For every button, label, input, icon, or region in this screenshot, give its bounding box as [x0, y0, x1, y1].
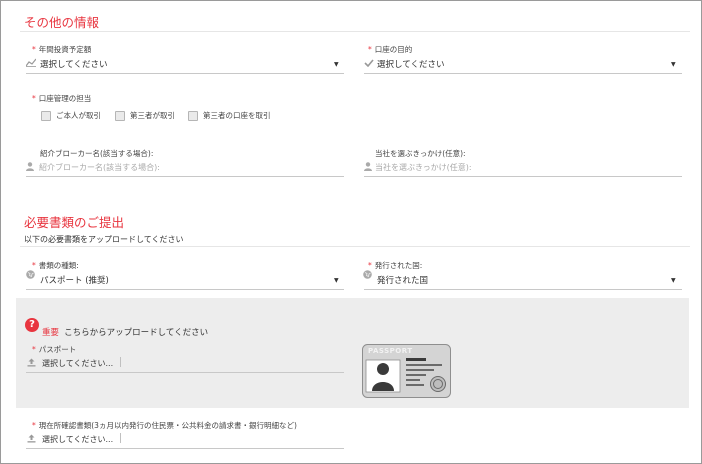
annual-investment-underline: [26, 73, 344, 74]
annual-investment-select[interactable]: 選択してください: [40, 58, 108, 70]
input-cursor: [120, 433, 121, 443]
important-notice: 重要 こちらからアップロードしてください: [42, 320, 208, 339]
doc-type-label: * 書類の種類:: [32, 261, 79, 270]
account-manager-label: * 口座管理の担当: [32, 94, 92, 103]
checkbox-self-label: ご本人が取引: [56, 111, 101, 120]
address-upload-label: * 現在所確認書類(3ヵ月以内発行の住民票・公共料金の請求書・銀行明細など): [32, 421, 297, 430]
caret-down-icon[interactable]: ▼: [671, 277, 676, 284]
reason-label: 当社を選ぶきっかけ(任意):: [375, 149, 466, 158]
checkbox-third-party-label: 第三者が取引: [130, 111, 175, 120]
checkbox-third-party-account-label: 第三者の口座を取引: [203, 111, 271, 120]
reason-input[interactable]: 当社を選ぶきっかけ(任意):: [375, 162, 472, 173]
input-cursor: [120, 357, 121, 367]
upload-icon: [27, 358, 36, 367]
broker-name-label: 紹介ブローカー名(該当する場合):: [40, 149, 154, 158]
passport-card-text: PASSPORT: [368, 347, 413, 355]
question-icon: ?: [25, 318, 39, 332]
caret-down-icon[interactable]: ▼: [334, 277, 339, 284]
issuing-country-underline: [364, 289, 682, 290]
user-icon: [364, 162, 372, 171]
important-word: 重要: [42, 328, 60, 338]
checkbox-third-party[interactable]: 第三者が取引: [115, 110, 175, 121]
passport-upload-underline: [26, 372, 344, 373]
caret-down-icon[interactable]: ▼: [334, 61, 339, 68]
account-purpose-label: * 口座の目的: [368, 45, 413, 54]
passport-upload-label: * パスポート: [32, 345, 77, 354]
account-purpose-underline: [364, 73, 682, 74]
address-upload-underline: [26, 448, 344, 449]
upload-panel: [16, 298, 689, 408]
checkbox-self[interactable]: ご本人が取引: [41, 110, 101, 121]
checkbox-box[interactable]: [115, 110, 125, 121]
chart-icon: [26, 58, 36, 67]
checkbox-third-party-account[interactable]: 第三者の口座を取引: [188, 110, 271, 121]
checkbox-box[interactable]: [41, 110, 51, 121]
section-title-documents: 必要書類のご提出: [24, 215, 125, 230]
section-divider: [20, 246, 690, 247]
broker-name-input[interactable]: 紹介ブローカー名(該当する場合):: [39, 162, 160, 173]
reason-underline: [364, 176, 682, 177]
upload-icon: [27, 434, 36, 443]
account-purpose-select[interactable]: 選択してください: [377, 58, 445, 70]
broker-name-underline: [26, 176, 344, 177]
doc-type-underline: [26, 289, 344, 290]
issuing-country-select[interactable]: 発行された国: [377, 274, 428, 286]
section-title-other-info: その他の情報: [24, 15, 100, 30]
user-icon: [26, 162, 34, 171]
check-icon: [364, 59, 374, 67]
section-divider: [20, 31, 690, 32]
doc-type-select[interactable]: パスポート (推奨): [40, 274, 109, 286]
annual-investment-label: * 年間投資予定額: [32, 45, 92, 54]
address-file-input[interactable]: 選択してください...: [42, 434, 113, 445]
issuing-country-label: * 発行された国:: [368, 261, 423, 270]
important-text: こちらからアップロードしてください: [64, 328, 209, 338]
globe-icon: [26, 270, 35, 279]
passport-file-input[interactable]: 選択してください...: [42, 358, 113, 369]
documents-subtitle: 以下の必要書類をアップロードしてください: [24, 235, 184, 244]
caret-down-icon[interactable]: ▼: [671, 61, 676, 68]
globe-icon: [363, 270, 372, 279]
checkbox-box[interactable]: [188, 110, 198, 121]
